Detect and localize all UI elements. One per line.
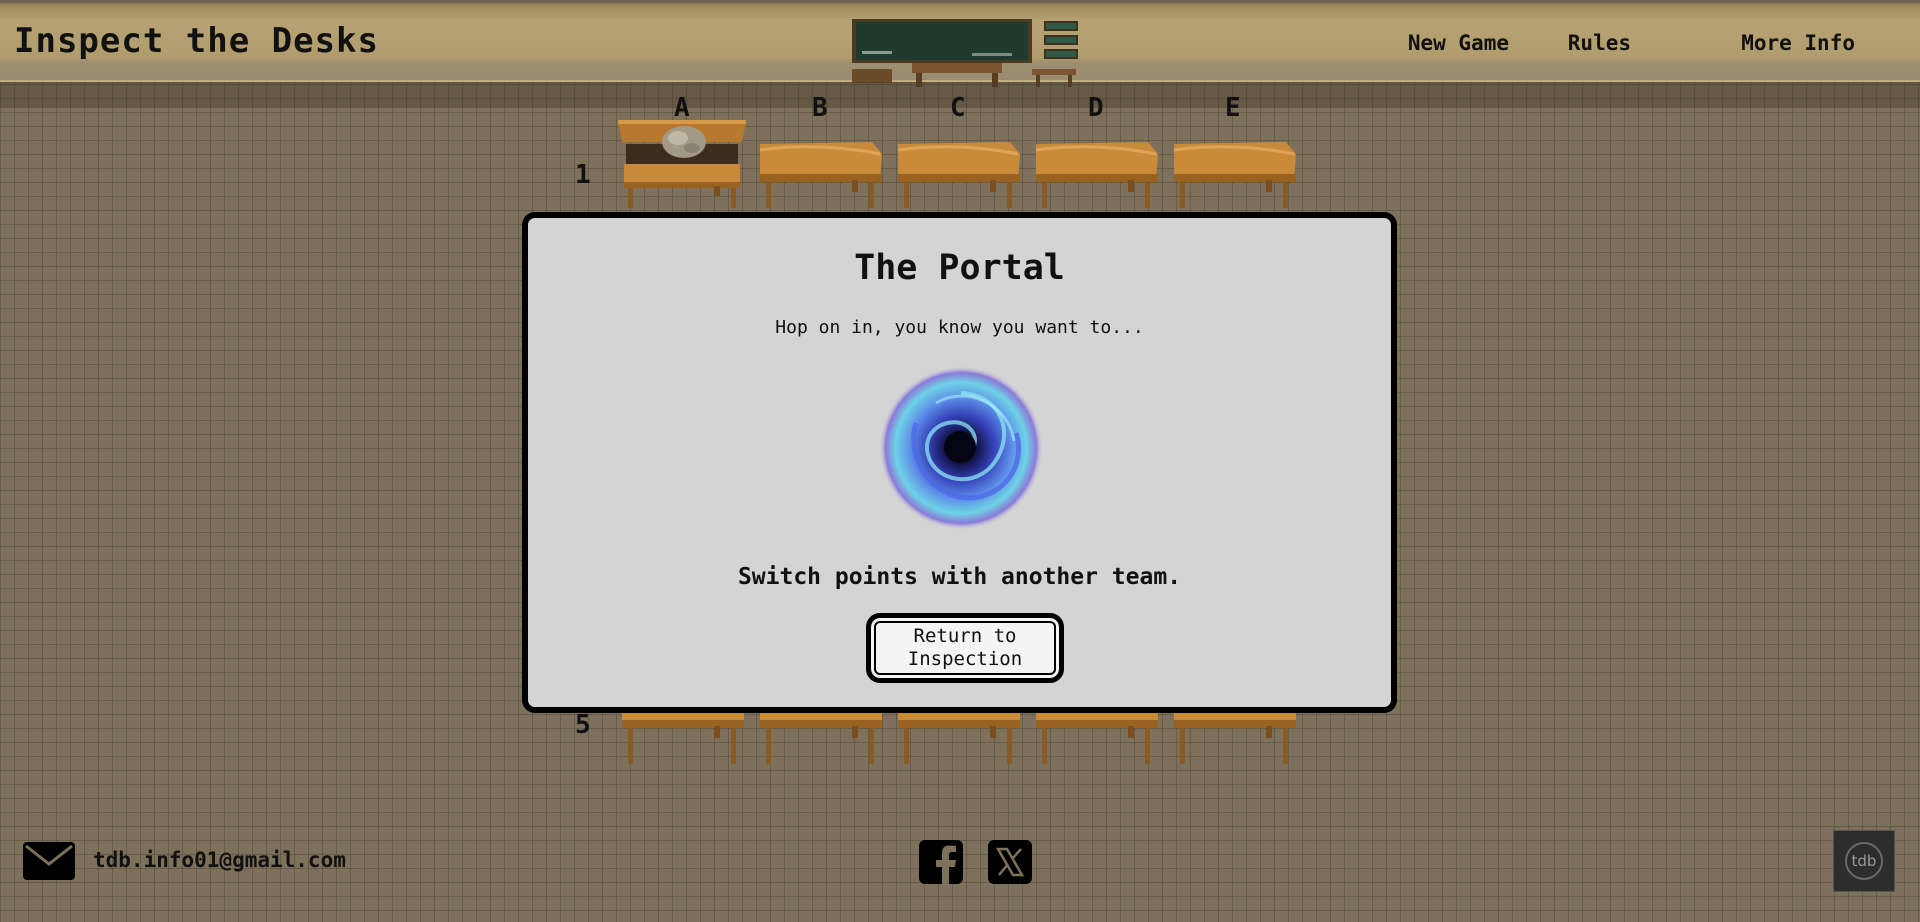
modal-effect-text: Switch points with another team.: [737, 564, 1182, 590]
modal-subtitle: Hop on in, you know you want to...: [775, 317, 1144, 338]
row-label-5: 5: [575, 710, 591, 740]
desk-c5[interactable]: [894, 706, 1022, 766]
classroom-icon: [852, 17, 1084, 91]
tdb-badge-label: tdb: [1845, 842, 1883, 880]
desk-b5[interactable]: [756, 706, 884, 766]
desk-e5[interactable]: [1170, 706, 1298, 766]
site-title: Inspect the Desks: [14, 21, 379, 61]
return-to-inspection-button[interactable]: Return to Inspection: [866, 613, 1064, 683]
row-label-1: 1: [575, 160, 591, 190]
tdb-badge-icon[interactable]: tdb: [1833, 830, 1895, 892]
nav-new-game[interactable]: New Game: [1408, 31, 1509, 55]
contact-email-link[interactable]: tdb.info01@gmail.com: [93, 848, 346, 872]
nav-more-info[interactable]: More Info: [1741, 31, 1855, 55]
nav-rules[interactable]: Rules: [1568, 31, 1631, 55]
desk-a1-opened[interactable]: [618, 118, 746, 210]
event-modal: The Portal Hop on in, you know you want …: [523, 213, 1396, 712]
facebook-icon[interactable]: [919, 840, 963, 888]
desk-d1[interactable]: [1032, 140, 1160, 210]
desk-a5[interactable]: [618, 706, 746, 766]
column-label-e: E: [1225, 93, 1241, 123]
column-label-d: D: [1088, 93, 1104, 123]
mail-icon[interactable]: [23, 842, 75, 884]
column-label-b: B: [812, 93, 828, 123]
top-bar: Inspect the Desks New Game Rules More In…: [0, 0, 1920, 87]
desk-b1[interactable]: [756, 140, 884, 210]
desk-c1[interactable]: [894, 140, 1022, 210]
desk-e1[interactable]: [1170, 140, 1298, 210]
column-label-c: C: [950, 93, 966, 123]
x-icon[interactable]: [988, 840, 1032, 888]
portal-image: [876, 363, 1046, 537]
desk-d5[interactable]: [1032, 706, 1160, 766]
modal-title: The Portal: [854, 248, 1065, 288]
